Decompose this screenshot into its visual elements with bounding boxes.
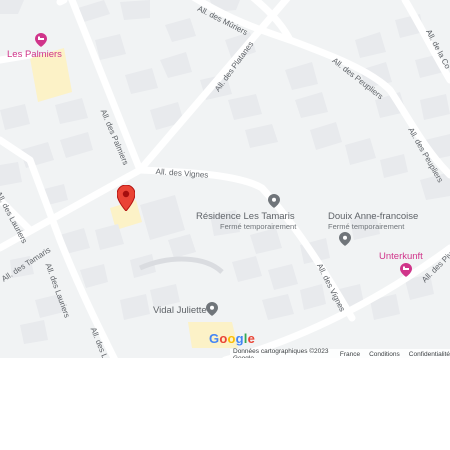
poi-label-les-palmiers[interactable]: Les Palmiers — [7, 49, 62, 60]
google-logo: Google — [209, 331, 256, 346]
attribution-bar: Données cartographiques ©2023 Google Fra… — [230, 347, 450, 359]
poi-status-douix: Fermé temporairement — [328, 222, 405, 231]
blank-area — [0, 358, 450, 450]
map-data-attribution: Données cartographiques ©2023 Google — [233, 347, 329, 359]
country-link[interactable]: France — [340, 351, 360, 358]
map-view[interactable]: All. des Mûriers All. des Platanes All. … — [0, 0, 450, 358]
privacy-link[interactable]: Confidentialité — [409, 351, 450, 358]
poi-label-unterkunft[interactable]: Unterkunft — [379, 251, 423, 262]
poi-label-vidal-juliette[interactable]: Vidal Juliette — [153, 305, 207, 316]
poi-label-residence-les-tamaris[interactable]: Résidence Les Tamaris — [196, 211, 295, 222]
poi-label-douix[interactable]: Douix Anne-francoise — [328, 211, 418, 222]
poi-status-residence: Fermé temporairement — [220, 222, 297, 231]
terms-link[interactable]: Conditions — [369, 351, 400, 358]
